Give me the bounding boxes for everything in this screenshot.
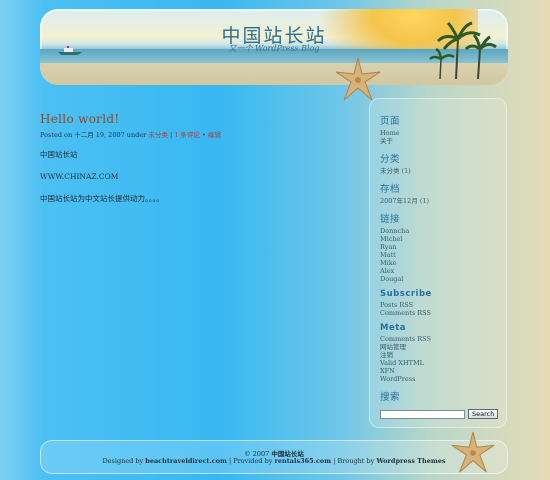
archives-widget: 存档 2007年12月 (1) bbox=[380, 181, 507, 205]
sidebar-link-category[interactable]: 未分类 (1) bbox=[380, 167, 507, 175]
search-input[interactable] bbox=[380, 409, 465, 419]
meta-widget: Meta Comments RSS 网站管理 注销 Valid XHTML XF… bbox=[380, 323, 507, 383]
meta-bullet: • bbox=[202, 131, 206, 139]
links-widget: 链接 Donncha Michel Ryan Matt Mike Alex Do… bbox=[380, 211, 507, 283]
widget-title-subscribe: Subscribe bbox=[380, 289, 432, 299]
designer-link[interactable]: beachtraveldirect.com bbox=[145, 457, 227, 465]
footer-credits: Designed by beachtraveldirect.com | Prov… bbox=[40, 457, 508, 465]
sidebar-link-comments-rss[interactable]: Comments RSS bbox=[380, 309, 507, 317]
widget-title-archives: 存档 bbox=[380, 184, 401, 195]
site-header: 中国站长站 又一个 WordPress Blog bbox=[40, 9, 508, 85]
comments-link[interactable]: 1 条评论 bbox=[174, 131, 200, 139]
sidebar-link-donncha[interactable]: Donncha bbox=[380, 227, 507, 235]
sidebar-link-mike[interactable]: Mike bbox=[380, 259, 507, 267]
sidebar-link-meta-comments-rss[interactable]: Comments RSS bbox=[380, 335, 507, 343]
widget-title-search: 搜索 bbox=[380, 392, 401, 403]
categories-widget: 分类 未分类 (1) bbox=[380, 151, 507, 175]
post-date: Posted on 十二月 19, 2007 under bbox=[40, 131, 147, 139]
category-link[interactable]: 未分类 bbox=[148, 131, 168, 139]
brought-by-label: | Brought by bbox=[333, 457, 375, 465]
starfish-icon bbox=[335, 57, 381, 101]
widget-title-pages: 页面 bbox=[380, 116, 401, 127]
search-widget: 搜索 Search bbox=[380, 389, 507, 419]
designed-by-label: Designed by bbox=[102, 457, 144, 465]
post-line: 中国站长站 bbox=[40, 150, 78, 159]
main-content: Hello world! Posted on 十二月 19, 2007 unde… bbox=[40, 112, 350, 204]
edit-link[interactable]: 编辑 bbox=[208, 131, 221, 139]
post-line: WWW.CHINAZ.COM bbox=[40, 172, 119, 181]
search-button[interactable]: Search bbox=[468, 409, 499, 419]
sidebar-link-archive[interactable]: 2007年12月 (1) bbox=[380, 197, 507, 205]
widget-title-categories: 分类 bbox=[380, 154, 401, 165]
sidebar-link-alex[interactable]: Alex bbox=[380, 267, 507, 275]
widget-title-links: 链接 bbox=[380, 214, 401, 225]
site-footer: © 2007 中国站长站 Designed by beachtraveldire… bbox=[40, 440, 508, 474]
post-title[interactable]: Hello world! bbox=[40, 112, 350, 126]
sidebar-link-logout[interactable]: 注销 bbox=[380, 351, 507, 359]
sidebar-link-matt[interactable]: Matt bbox=[380, 251, 507, 259]
starfish-icon bbox=[451, 431, 495, 473]
sidebar: 页面 Home 关于 分类 未分类 (1) 存档 2007年12月 (1) 链接… bbox=[369, 98, 507, 428]
sidebar-link-dougal[interactable]: Dougal bbox=[380, 275, 507, 283]
themes-link[interactable]: Wordpress Themes bbox=[376, 457, 445, 465]
sidebar-link-ryan[interactable]: Ryan bbox=[380, 243, 507, 251]
widget-title-meta: Meta bbox=[380, 323, 407, 333]
post-meta: Posted on 十二月 19, 2007 under 未分类 | 1 条评论… bbox=[40, 129, 350, 139]
sidebar-link-wordpress[interactable]: WordPress bbox=[380, 375, 507, 383]
site-description: 又一个 WordPress Blog bbox=[228, 44, 320, 53]
sidebar-link-home[interactable]: Home bbox=[380, 129, 507, 137]
meta-separator: | bbox=[169, 131, 173, 139]
sidebar-link-xfn[interactable]: XFN bbox=[380, 367, 507, 375]
search-row: Search bbox=[380, 409, 507, 419]
sidebar-link-valid-xhtml[interactable]: Valid XHTML bbox=[380, 359, 507, 367]
sidebar-link-site-admin[interactable]: 网站管理 bbox=[380, 343, 507, 351]
provider-link[interactable]: rentals365.com bbox=[274, 457, 331, 465]
sidebar-link-about[interactable]: 关于 bbox=[380, 137, 507, 145]
sidebar-link-posts-rss[interactable]: Posts RSS bbox=[380, 301, 507, 309]
post-line: 中国站长站为中文站长提供动力。。。。 bbox=[40, 194, 164, 203]
subscribe-widget: Subscribe Posts RSS Comments RSS bbox=[380, 289, 507, 317]
provided-by-label: | Provided by bbox=[228, 457, 273, 465]
pages-widget: 页面 Home 关于 bbox=[380, 113, 507, 145]
sidebar-link-michel[interactable]: Michel bbox=[380, 235, 507, 243]
